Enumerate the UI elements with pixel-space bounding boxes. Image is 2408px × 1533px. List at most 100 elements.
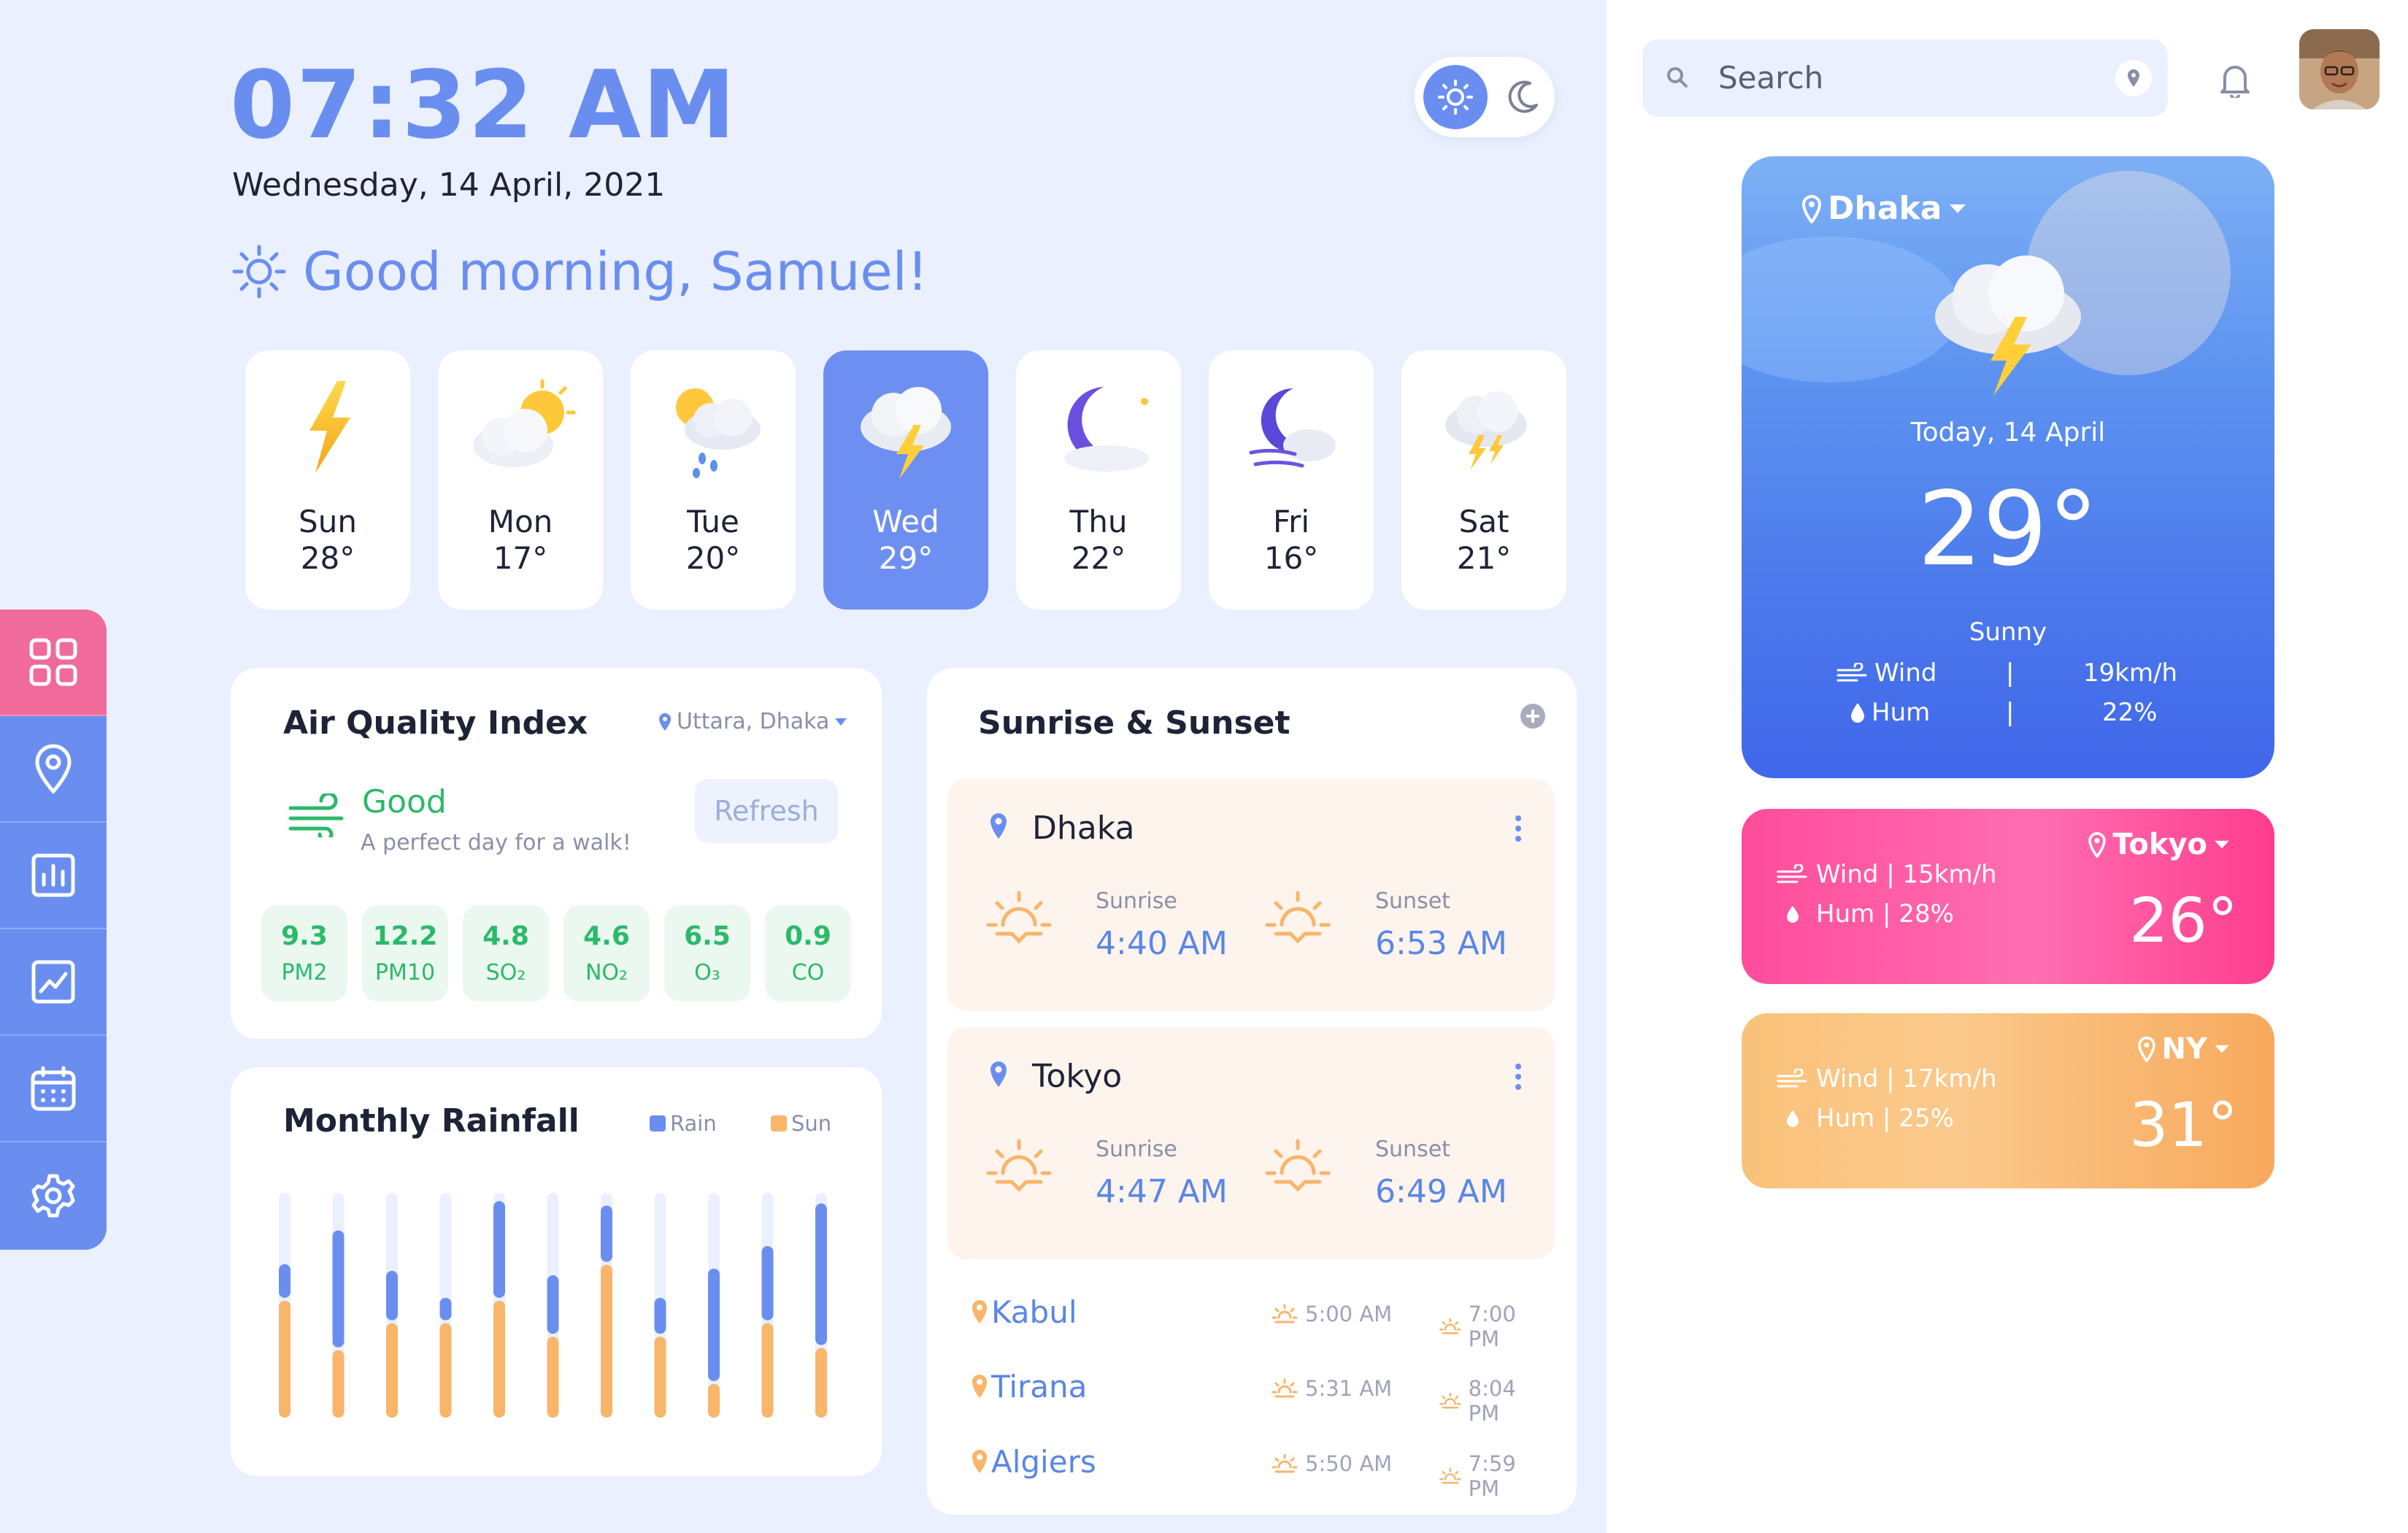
time-text: 5:31 AM bbox=[1305, 1376, 1393, 1401]
forecast-day-tue[interactable]: Tue 20° bbox=[631, 350, 796, 610]
metric-key: PM10 bbox=[374, 960, 436, 986]
aqi-status: Good bbox=[362, 783, 447, 821]
bell-icon[interactable] bbox=[2219, 61, 2251, 98]
forecast-day-sat[interactable]: Sat 21° bbox=[1401, 350, 1566, 610]
pin-icon bbox=[972, 1375, 987, 1398]
main-weather-card[interactable]: Dhaka Today, 14 April 29° Sunny Wind | 1… bbox=[1742, 156, 2274, 778]
sidebar-item-calendar[interactable] bbox=[0, 1036, 107, 1142]
day-temp: 28° bbox=[300, 540, 355, 576]
forecast-day-thu[interactable]: Thu 22° bbox=[1016, 350, 1181, 610]
theme-toggle[interactable] bbox=[1415, 57, 1555, 137]
main-panel: 07:32 AM Wednesday, 14 April, 2021 Good … bbox=[0, 0, 1607, 1533]
city-sun-row[interactable]: Kabul 5:00 AM 7:00 PM bbox=[971, 1294, 1540, 1351]
sunset-time: 7:59 PM bbox=[1438, 1451, 1540, 1501]
add-city-icon[interactable] bbox=[1520, 703, 1546, 729]
aqi-metric: 12.2 PM10 bbox=[362, 905, 448, 1002]
city-temp: 31° bbox=[2129, 1089, 2238, 1161]
sunrise-time: 5:00 AM bbox=[1270, 1302, 1392, 1326]
bar-sun bbox=[761, 1323, 774, 1418]
day-name: Sat bbox=[1458, 504, 1509, 539]
search-bar[interactable]: Search bbox=[1642, 39, 2168, 117]
sunset-time: 6:49 AM bbox=[1375, 1173, 1507, 1210]
city-select[interactable]: Tokyo bbox=[2088, 828, 2231, 861]
city-sun-row[interactable]: Tirana 5:31 AM 8:04 PM bbox=[971, 1369, 1540, 1426]
metric-key: PM2 bbox=[281, 960, 328, 986]
gear-icon bbox=[31, 1174, 75, 1218]
bar-sun bbox=[386, 1323, 398, 1418]
pin-icon bbox=[972, 1300, 987, 1323]
forecast-day-fri[interactable]: Fri 16° bbox=[1209, 350, 1374, 610]
time-text: 7:59 PM bbox=[1468, 1451, 1516, 1501]
greeting: Good morning, Samuel! bbox=[230, 241, 928, 302]
sidebar-item-location[interactable] bbox=[0, 716, 107, 823]
sidebar-item-trends[interactable] bbox=[0, 929, 107, 1036]
city-select[interactable]: NY bbox=[2137, 1032, 2231, 1066]
hum-row: Hum | 28% bbox=[1777, 899, 1954, 929]
city-temp: 26° bbox=[2129, 885, 2238, 956]
forecast-day-sun[interactable]: Sun 28° bbox=[245, 350, 410, 610]
storm-cloud-icon bbox=[1445, 391, 1527, 470]
hum-label: Hum bbox=[1850, 698, 1930, 727]
bar-rain bbox=[332, 1230, 345, 1348]
wind-row: Wind | 15km/h bbox=[1777, 860, 1997, 889]
sidebar-item-stats[interactable] bbox=[0, 823, 107, 929]
bar-rain bbox=[815, 1203, 827, 1345]
bar-rain bbox=[654, 1297, 666, 1334]
location-icon bbox=[35, 744, 72, 794]
time-text: 8:04 PM bbox=[1468, 1376, 1516, 1426]
main-city: Dhaka bbox=[1828, 190, 1942, 227]
day-name: Sun bbox=[299, 504, 357, 539]
more-options-icon[interactable] bbox=[1514, 1062, 1523, 1091]
sidebar-item-dashboard[interactable] bbox=[0, 610, 107, 716]
moon-wind-icon bbox=[1249, 388, 1336, 468]
city-card-tokyo[interactable]: Tokyo Wind | 15km/h Hum | 28% 26° bbox=[1742, 809, 2274, 984]
moon-cloud-icon bbox=[1064, 387, 1149, 472]
separator: | bbox=[2006, 658, 2015, 688]
aqi-message: A perfect day for a walk! bbox=[361, 830, 631, 856]
wind-text: Wind | 15km/h bbox=[1816, 860, 1997, 889]
app-root: 07:32 AM Wednesday, 14 April, 2021 Good … bbox=[0, 0, 2408, 1533]
city-sun-row[interactable]: Algiers 5:50 AM 7:59 PM bbox=[971, 1444, 1540, 1501]
time-text: 7:00 PM bbox=[1468, 1302, 1516, 1351]
forecast-day-wed[interactable]: Wed 29° bbox=[823, 350, 988, 610]
sunrise-label: Sunrise bbox=[1096, 1137, 1177, 1162]
grid-icon bbox=[29, 638, 77, 686]
aqi-location-select[interactable]: Uttara, Dhaka bbox=[658, 709, 848, 734]
air-quality-card: Air Quality Index Uttara, Dhaka Good A p… bbox=[231, 668, 882, 1039]
forecast-day-mon[interactable]: Mon 17° bbox=[438, 350, 603, 610]
more-options-icon[interactable] bbox=[1514, 814, 1523, 843]
bar-sun bbox=[654, 1337, 666, 1418]
sunrise-time: 4:40 AM bbox=[1096, 925, 1228, 962]
bar-rain bbox=[439, 1297, 452, 1321]
metric-value: 4.6 bbox=[583, 921, 630, 951]
sunset-icon bbox=[1439, 1392, 1461, 1409]
chevron-down-icon bbox=[1949, 204, 1966, 213]
sunset-label: Sunset bbox=[1375, 888, 1450, 914]
wind-label: Wind bbox=[1836, 658, 1936, 688]
sunrise-icon bbox=[1272, 1304, 1298, 1323]
location-button[interactable] bbox=[2115, 60, 2152, 96]
sunset-icon bbox=[1265, 1139, 1331, 1192]
search-input[interactable]: Search bbox=[1718, 60, 1823, 96]
pin-icon bbox=[2088, 831, 2107, 858]
refresh-button[interactable]: Refresh bbox=[695, 779, 838, 843]
day-name: Wed bbox=[872, 504, 939, 539]
pin-icon bbox=[659, 712, 671, 731]
aqi-location: Uttara, Dhaka bbox=[677, 709, 830, 734]
current-date: Wednesday, 14 April, 2021 bbox=[232, 166, 666, 204]
sunrise-icon bbox=[1272, 1453, 1298, 1473]
bar-sun bbox=[493, 1300, 505, 1418]
main-condition: Sunny bbox=[1969, 618, 2047, 647]
light-mode-button[interactable] bbox=[1423, 65, 1488, 129]
city-card-ny[interactable]: NY Wind | 17km/h Hum | 25% 31° bbox=[1742, 1013, 2274, 1188]
wind-text: Wind | 17km/h bbox=[1816, 1064, 1997, 1094]
metric-key: CO bbox=[791, 960, 825, 986]
thunder-cloud-icon bbox=[861, 387, 951, 479]
city-name: Tokyo bbox=[2112, 828, 2207, 861]
city-name: Tokyo bbox=[1032, 1058, 1123, 1095]
wind-value: 19km/h bbox=[2083, 658, 2178, 688]
avatar[interactable] bbox=[2299, 29, 2380, 110]
main-city-select[interactable]: Dhaka bbox=[1801, 190, 1967, 227]
moon-icon[interactable] bbox=[1502, 77, 1542, 118]
sidebar-item-settings[interactable] bbox=[0, 1142, 107, 1249]
